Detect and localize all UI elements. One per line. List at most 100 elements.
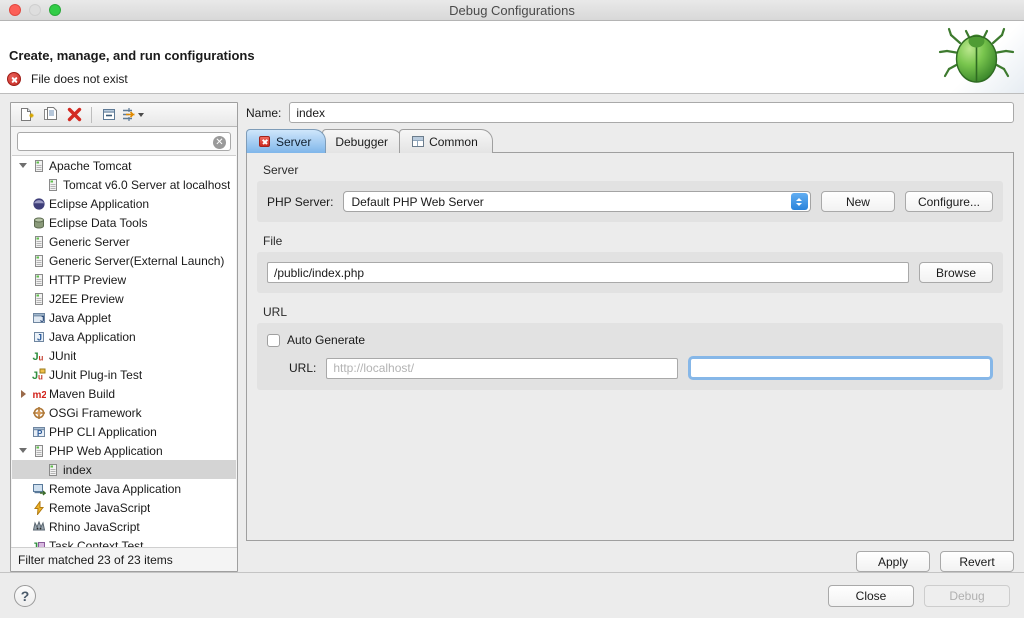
dialog-footer: ? Close Debug [0,572,1024,618]
select-stepper-icon[interactable] [791,193,808,210]
svg-text:P: P [37,429,43,438]
eclipse-icon [30,197,48,211]
tab-common[interactable]: Common [399,129,493,153]
tree-item-label: J2EE Preview [49,292,124,306]
server-icon [30,444,48,458]
clear-circle-icon[interactable]: ✕ [213,136,226,149]
tree-item-label: PHP CLI Application [49,425,157,439]
tab-server[interactable]: Server [246,129,326,153]
tab-label: Common [429,135,478,149]
twisty-collapsed-icon[interactable] [16,390,30,398]
dialog-header: Create, manage, and run configurations F… [0,21,1024,94]
url-path-input[interactable] [691,359,990,377]
configurations-tree[interactable]: Apache Tomcat Tomcat v6.0 Server at local… [12,155,236,547]
collapse-all-icon[interactable] [98,105,120,125]
file-path-input[interactable] [267,262,909,283]
osgi-icon [30,406,48,420]
tree-item-java-application[interactable]: J Java Application [12,327,236,346]
svg-text:J: J [37,332,42,342]
tree-item-label: PHP Web Application [49,444,163,458]
filter-status: Filter matched 23 of 23 items [11,547,237,571]
tree-rows: Apache Tomcat Tomcat v6.0 Server at local… [12,156,236,547]
dialog-body: ✕ Apache Tomcat Tomcat v6.0 Server at loc… [0,94,1024,572]
toolbar-separator [91,107,92,123]
php-server-row: PHP Server: Default PHP Web Server New C… [267,191,993,212]
new-document-icon[interactable] [15,105,37,125]
tree-item-task-context-test[interactable]: J Task Context Test [12,536,236,547]
close-button[interactable]: Close [828,585,914,607]
revert-button[interactable]: Revert [940,551,1014,572]
server-icon [30,273,48,287]
filter-arrows-icon[interactable] [122,105,144,125]
tree-item-eclipse-application[interactable]: Eclipse Application [12,194,236,213]
tree-item-http-preview[interactable]: HTTP Preview [12,270,236,289]
tree-item-generic-server-external-launch[interactable]: Generic Server(External Launch) [12,251,236,270]
browse-file-button[interactable]: Browse [919,262,993,283]
url-base-input[interactable] [326,358,678,379]
server-icon [30,235,48,249]
svg-text:u: u [38,372,43,381]
name-input[interactable] [289,102,1014,123]
php-icon: P [30,425,48,439]
tree-item-label: Rhino JavaScript [49,520,140,534]
tree-item-tomcat-v6-0-server-at-localhost[interactable]: Tomcat v6.0 Server at localhost [12,175,236,194]
file-group-title: File [257,234,1003,252]
twisty-expanded-icon[interactable] [16,163,30,168]
tree-item-label: Generic Server [49,235,130,249]
tree-item-label: Remote JavaScript [49,501,150,515]
junit-task-icon: J [30,539,48,548]
error-badge-icon [259,136,270,147]
tree-item-j2ee-preview[interactable]: J2EE Preview [12,289,236,308]
tree-item-remote-java-application[interactable]: Remote Java Application [12,479,236,498]
file-group: File Browse [257,234,1003,293]
tree-item-eclipse-data-tools[interactable]: Eclipse Data Tools [12,213,236,232]
tree-item-junit-plug-in-test[interactable]: JuJUnit Plug-in Test [12,365,236,384]
filter-box[interactable]: ✕ [17,132,231,151]
auto-generate-row[interactable]: Auto Generate [267,333,993,347]
tree-item-junit[interactable]: JuJUnit [12,346,236,365]
tree-item-java-applet[interactable]: JJava Applet [12,308,236,327]
url-group-title: URL [257,305,1003,323]
tree-item-label: Remote Java Application [49,482,181,496]
tree-item-label: Task Context Test [49,539,144,548]
configure-server-button[interactable]: Configure... [905,191,993,212]
file-row: Browse [267,262,993,283]
filter-row: ✕ [11,127,237,155]
tree-item-php-cli-application[interactable]: P PHP CLI Application [12,422,236,441]
url-label: URL: [289,361,316,375]
tree-item-generic-server[interactable]: Generic Server [12,232,236,251]
tab-debugger[interactable]: Debugger [322,129,403,153]
svg-text:m2: m2 [33,390,47,401]
tree-item-index[interactable]: index [12,460,236,479]
server-tab-panel: Server PHP Server: Default PHP Web Serve… [246,152,1014,541]
tree-item-remote-javascript[interactable]: Remote JavaScript [12,498,236,517]
tree-item-label: Tomcat v6.0 Server at localhost [63,178,230,192]
new-server-button[interactable]: New [821,191,895,212]
tree-item-maven-build[interactable]: m2Maven Build [12,384,236,403]
twisty-expanded-icon[interactable] [16,448,30,453]
tree-item-apache-tomcat[interactable]: Apache Tomcat [12,156,236,175]
apply-button[interactable]: Apply [856,551,930,572]
tree-item-osgi-framework[interactable]: OSGi Framework [12,403,236,422]
debug-button[interactable]: Debug [924,585,1010,607]
red-x-delete-icon[interactable] [63,105,85,125]
apply-revert-row: Apply Revert [246,541,1014,572]
copy-document-icon[interactable] [39,105,61,125]
tree-item-php-web-application[interactable]: PHP Web Application [12,441,236,460]
url-row: URL: [267,356,993,380]
tab-label: Server [276,135,311,149]
server-group-title: Server [257,163,1003,181]
tree-item-rhino-javascript[interactable]: Rhino JavaScript [12,517,236,536]
configurations-tree-panel: ✕ Apache Tomcat Tomcat v6.0 Server at loc… [10,102,238,572]
filter-input[interactable] [18,133,230,150]
question-mark-icon[interactable]: ? [14,585,36,607]
php-server-select[interactable]: Default PHP Web Server [343,191,810,212]
debug-configurations-window: Debug Configurations Create, manage, and… [0,0,1024,618]
database-icon [30,216,48,230]
auto-generate-checkbox[interactable] [267,334,280,347]
java-application-icon: J [30,330,48,344]
tree-item-label: Java Application [49,330,136,344]
url-path-field[interactable] [688,356,993,380]
svg-text:J: J [32,541,38,548]
php-server-label: PHP Server: [267,195,333,209]
